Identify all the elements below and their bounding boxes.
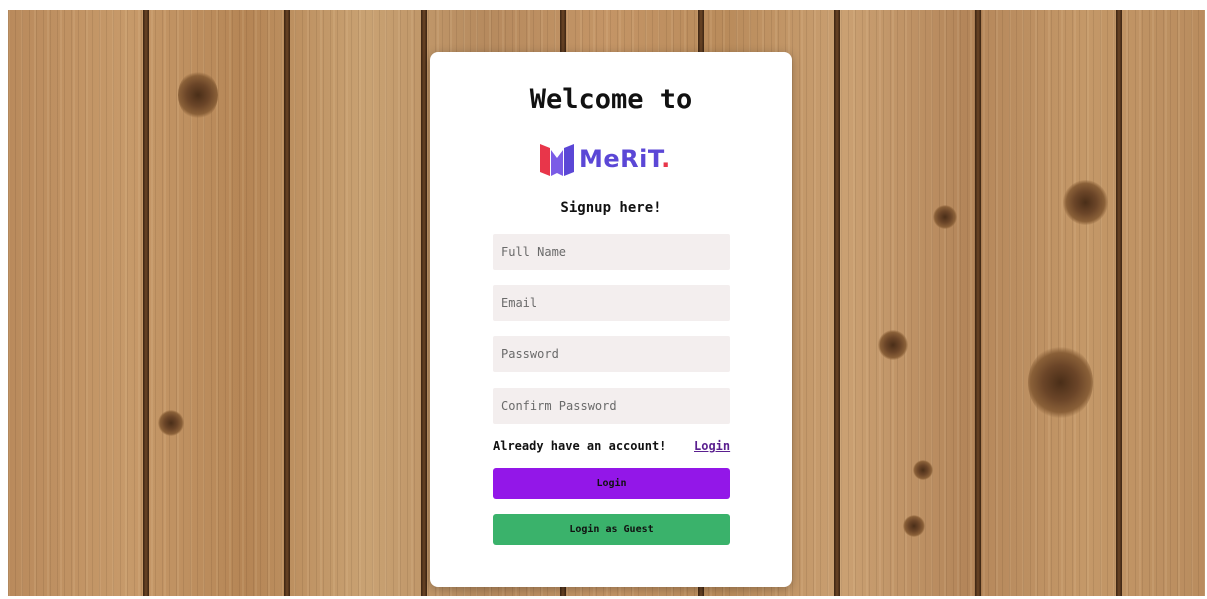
- wood-knot: [1063, 180, 1108, 225]
- login-button[interactable]: Login: [493, 468, 730, 499]
- welcome-title: Welcome to: [529, 84, 693, 115]
- confirm-password-input[interactable]: [493, 388, 730, 424]
- login-as-guest-button[interactable]: Login as Guest: [493, 514, 730, 545]
- full-name-input[interactable]: [493, 234, 730, 270]
- plank-gap: [143, 10, 149, 596]
- merit-logo-icon: [540, 144, 574, 176]
- merit-logo: MeRiT.: [538, 140, 671, 178]
- wood-knot: [933, 205, 957, 229]
- wood-knot: [913, 460, 933, 480]
- wood-knot: [1028, 345, 1093, 420]
- wood-knot: [178, 70, 218, 120]
- password-input[interactable]: [493, 336, 730, 372]
- wood-knot: [878, 330, 908, 360]
- plank-gap: [975, 10, 981, 596]
- wood-knot: [158, 410, 184, 436]
- plank-gap: [421, 10, 427, 596]
- wood-knot: [903, 515, 925, 537]
- already-have-account-text: Already have an account!: [493, 439, 667, 453]
- plank-gap: [834, 10, 840, 596]
- brand-name: MeRiT.: [579, 145, 671, 173]
- plank-gap: [1116, 10, 1122, 596]
- login-link[interactable]: Login: [694, 439, 730, 453]
- plank-gap: [284, 10, 290, 596]
- email-input[interactable]: [493, 285, 730, 321]
- signup-subtitle: Signup here!: [560, 200, 662, 216]
